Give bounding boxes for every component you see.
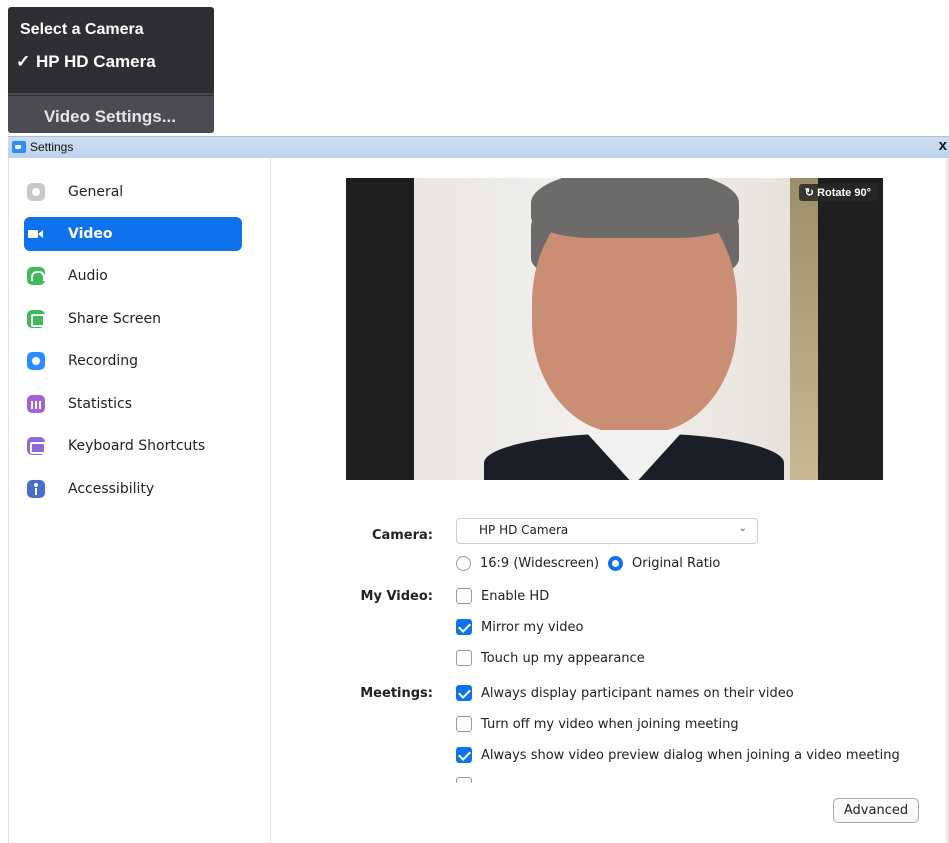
checkbox-enable-hd[interactable]: Enable HD — [456, 588, 549, 604]
select-camera-menu: Select a Camera ✓ HP HD Camera Video Sett… — [8, 7, 214, 133]
checkbox-mirror-video[interactable]: Mirror my video — [456, 619, 583, 635]
sidebar-item-recording[interactable]: Recording — [24, 344, 242, 378]
meetings-label: Meetings: — [360, 686, 433, 701]
checkbox-label: Turn off my video when joining meeting — [481, 716, 739, 732]
window-title: Settings — [30, 140, 74, 154]
radio-label: Original Ratio — [632, 556, 721, 571]
menu-divider — [8, 93, 214, 95]
radio-button[interactable] — [608, 556, 623, 571]
checkbox[interactable] — [456, 619, 472, 635]
accessibility-icon — [27, 480, 45, 498]
menu-title: Select a Camera — [20, 21, 144, 38]
feed-hair-top — [531, 178, 739, 238]
close-icon[interactable]: x — [939, 137, 947, 154]
list-item-partially-hidden — [456, 775, 696, 783]
sidebar-item-accessibility[interactable]: Accessibility — [24, 472, 242, 506]
chevron-down-icon: ⌄ — [738, 523, 747, 534]
my-video-label: My Video: — [360, 589, 433, 604]
share-screen-icon — [27, 310, 45, 328]
radio-label: 16:9 (Widescreen) — [480, 556, 600, 571]
zoom-app-icon — [12, 141, 26, 153]
checkbox-label: Always show video preview dialog when jo… — [481, 747, 900, 763]
sidebar-item-label: Share Screen — [68, 311, 161, 327]
sidebar-item-label: Keyboard Shortcuts — [68, 438, 206, 454]
sidebar-item-label: Recording — [68, 353, 139, 369]
checkbox-label: Mirror my video — [481, 619, 584, 635]
checkbox-touch-up-appearance[interactable]: Touch up my appearance — [456, 650, 645, 666]
sidebar-item-keyboard-shortcuts[interactable]: Keyboard Shortcuts — [24, 429, 242, 463]
rotate-icon: ↻ — [804, 187, 818, 199]
checkbox[interactable] — [456, 588, 472, 604]
radio-original-ratio[interactable]: Original Ratio — [608, 556, 720, 571]
menu-item-label: HP HD Camera — [36, 52, 156, 71]
checkbox[interactable] — [456, 650, 472, 666]
sidebar-item-statistics[interactable]: Statistics — [24, 387, 242, 421]
radio-button[interactable] — [456, 556, 471, 571]
sidebar-item-share-screen[interactable]: Share Screen — [24, 302, 242, 336]
keyboard-icon — [27, 437, 46, 455]
camera-feed-image — [414, 178, 790, 480]
sidebar-item-label: Video — [68, 226, 113, 242]
feed-background-strip — [790, 178, 818, 480]
sidebar-item-label: Accessibility — [68, 481, 155, 497]
checkbox[interactable] — [456, 685, 472, 701]
window-title-bar: Settings x — [8, 136, 949, 158]
checkbox-turn-off-video-joining[interactable]: Turn off my video when joining meeting — [456, 716, 739, 732]
sidebar-item-video[interactable]: Video — [24, 217, 242, 251]
rotate-90-button[interactable]: ↻ Rotate 90° — [798, 184, 877, 201]
camera-select[interactable]: HP HD Camera ⌄ — [456, 518, 758, 544]
checkbox-label: Enable HD — [481, 588, 550, 604]
checkbox[interactable] — [456, 747, 472, 763]
sidebar-item-general[interactable]: General — [24, 175, 242, 209]
checkmark-icon: ✓ — [16, 52, 31, 71]
rotate-label: Rotate 90° — [817, 187, 871, 199]
advanced-button[interactable]: Advanced — [833, 798, 919, 823]
gear-icon — [27, 183, 45, 201]
checkbox-show-video-preview-dialog[interactable]: Always show video preview dialog when jo… — [456, 747, 900, 763]
sidebar-item-label: Statistics — [68, 396, 132, 412]
checkbox-display-participant-names[interactable]: Always display participant names on thei… — [456, 685, 794, 701]
checkbox[interactable] — [456, 777, 472, 783]
statistics-icon — [27, 395, 45, 413]
video-preview: ↻ Rotate 90° — [346, 178, 883, 480]
sidebar-item-label: General — [68, 184, 124, 200]
camera-label: Camera: — [371, 528, 433, 543]
sidebar-item-label: Audio — [68, 268, 108, 284]
menu-item-hp-hd-camera[interactable]: ✓ HP HD Camera — [16, 52, 156, 72]
headphones-icon — [27, 267, 45, 285]
sidebar-item-audio[interactable]: Audio — [24, 259, 242, 293]
record-icon — [27, 352, 45, 370]
video-camera-icon — [27, 225, 45, 243]
checkbox-label: Touch up my appearance — [481, 650, 645, 666]
checkbox[interactable] — [456, 716, 472, 732]
camera-select-value: HP HD Camera — [479, 523, 569, 537]
checkbox-label: Always display participant names on thei… — [481, 685, 794, 701]
settings-sidebar: General Video Audio Share Screen Recordi… — [8, 158, 271, 843]
radio-widescreen[interactable]: 16:9 (Widescreen) — [456, 556, 599, 571]
menu-item-video-settings[interactable]: Video Settings... — [8, 96, 214, 133]
